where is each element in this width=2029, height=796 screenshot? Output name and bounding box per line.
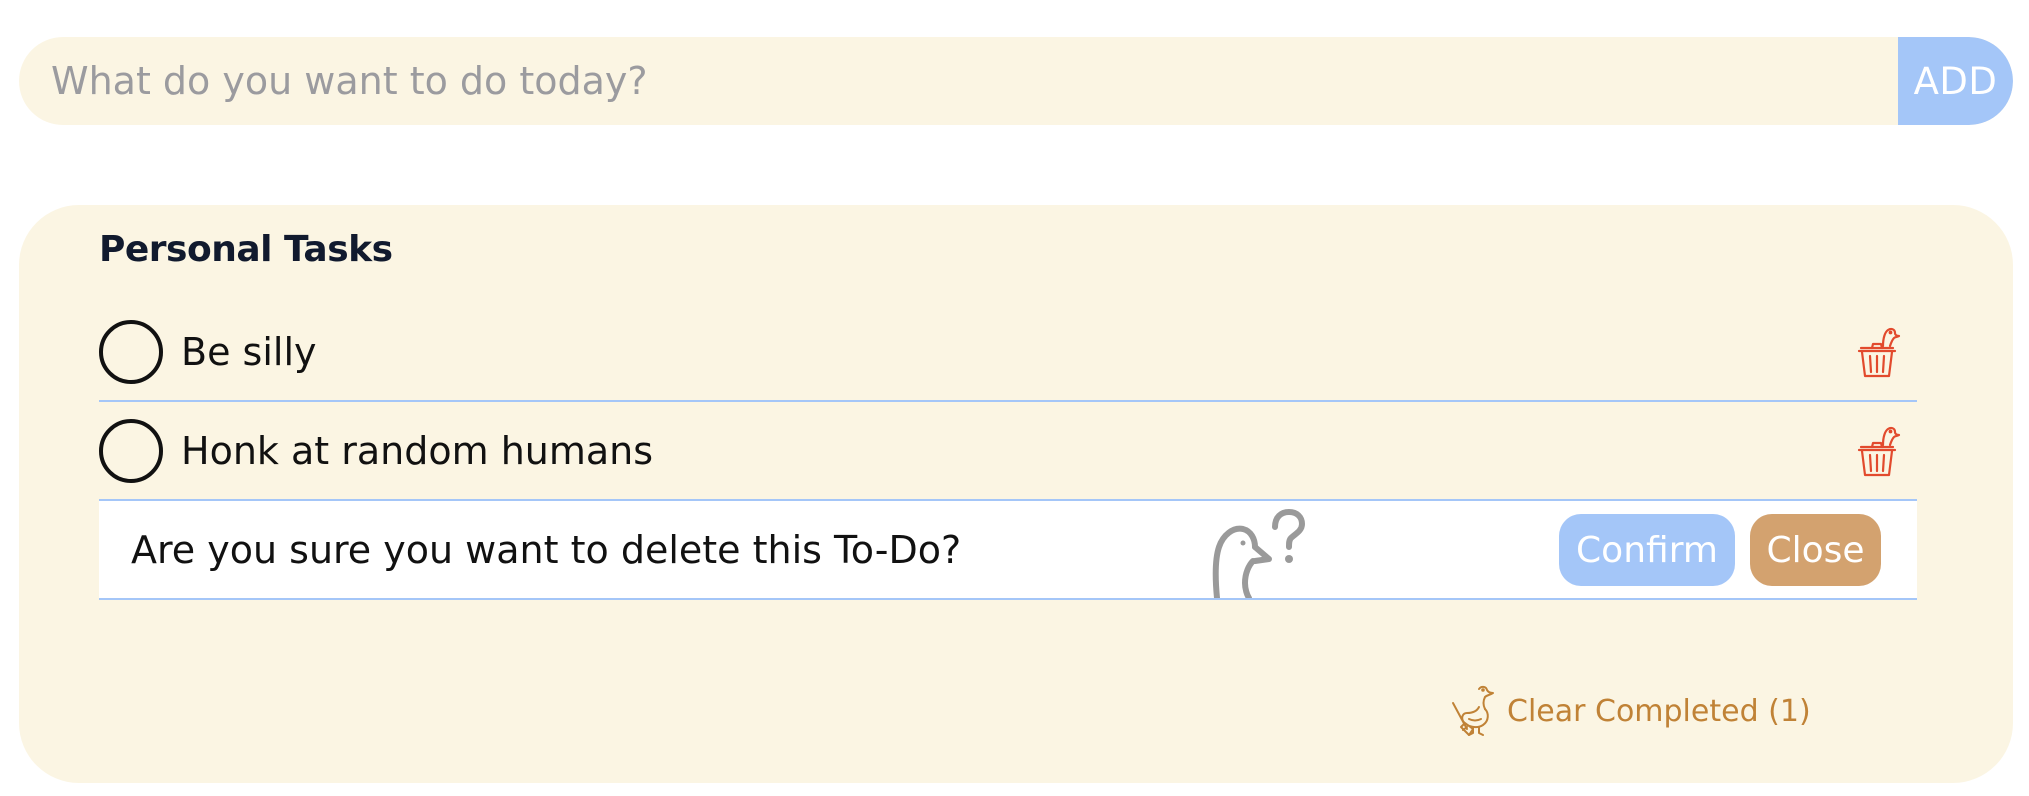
- list-item: Be silly: [99, 303, 1917, 402]
- delete-task-button[interactable]: [1855, 324, 1901, 380]
- clear-completed-button[interactable]: Clear Completed (1): [1449, 683, 1811, 739]
- goose-trash-icon: [1857, 426, 1901, 476]
- delete-confirmation: Are you sure you want to delete this To-…: [99, 501, 1917, 600]
- goose-trash-icon: [1857, 327, 1901, 377]
- delete-confirmation-message: Are you sure you want to delete this To-…: [131, 527, 962, 572]
- todo-app: ADD Personal Tasks Be silly: [0, 0, 2029, 796]
- task-label: Honk at random humans: [181, 428, 654, 473]
- confirm-delete-button[interactable]: Confirm: [1559, 514, 1735, 586]
- task-label: Be silly: [181, 329, 317, 374]
- close-confirmation-button[interactable]: Close: [1750, 514, 1881, 586]
- delete-task-button[interactable]: [1855, 423, 1901, 479]
- task-checkbox[interactable]: [99, 418, 163, 483]
- list-item: Honk at random humans: [99, 402, 1917, 501]
- add-todo-bar: ADD: [19, 37, 2013, 125]
- task-checkbox[interactable]: [99, 319, 163, 384]
- goose-broom-icon: [1452, 685, 1494, 736]
- clear-completed-label: Clear Completed (1): [1507, 693, 1811, 729]
- add-button[interactable]: ADD: [1898, 37, 2013, 125]
- list-title: Personal Tasks: [99, 229, 393, 270]
- todo-list-card: Personal Tasks Be silly Honk at random h…: [19, 205, 2013, 783]
- goose-question-icon: [1212, 509, 1305, 598]
- task-list: Be silly Honk at random humans Are you s…: [99, 303, 1917, 600]
- new-todo-input[interactable]: [19, 37, 1898, 125]
